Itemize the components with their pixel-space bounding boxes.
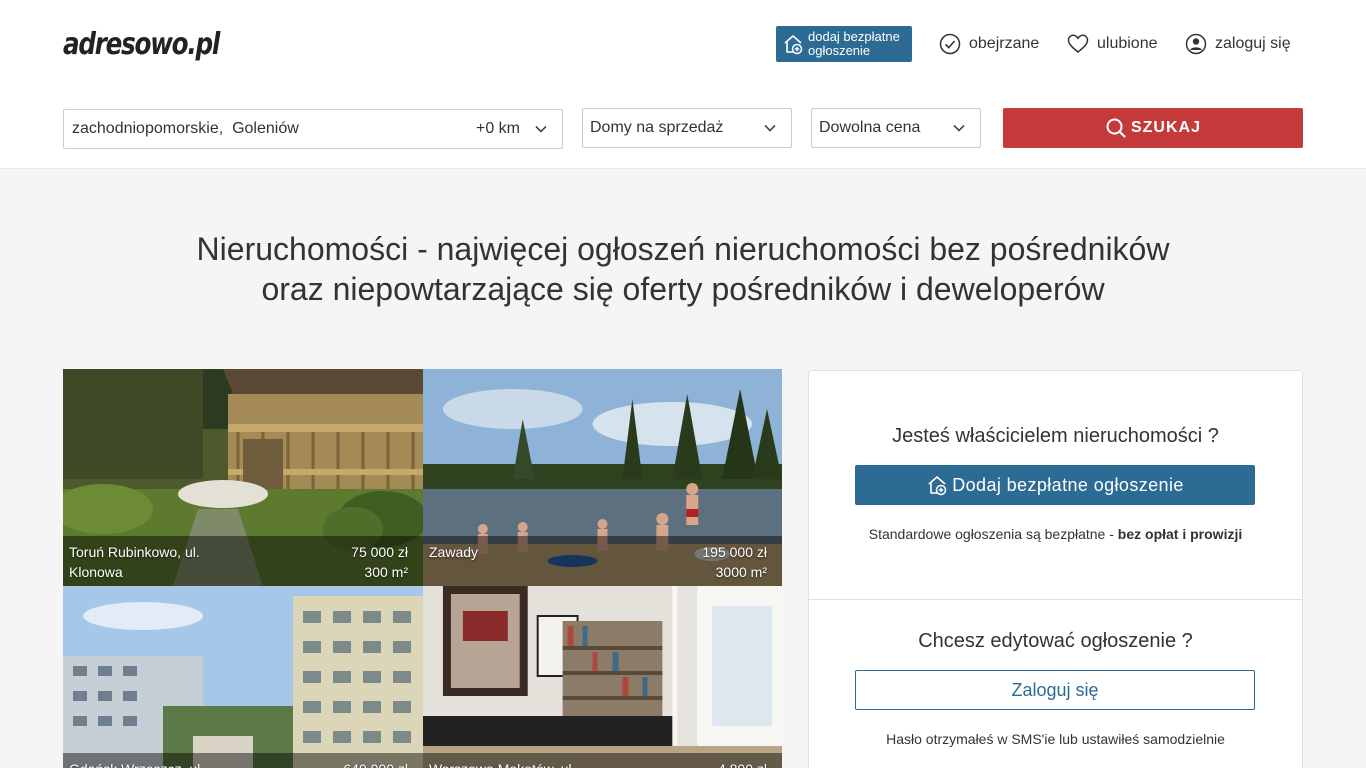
edit-question: Chcesz edytować ogłoszenie ? [918, 630, 1193, 652]
listing-price: 75 000 zł [351, 544, 408, 560]
nav-login-label: zaloguj się [1215, 35, 1291, 52]
nav-watched[interactable]: obejrzane [939, 31, 1039, 57]
check-circle-icon [939, 33, 961, 55]
search-icon [1106, 118, 1126, 138]
listing-card[interactable]: Toruń Rubinkowo, ul. Klonowa 75 000 zł 3… [63, 369, 423, 586]
login-note: Hasło otrzymałeś w SMS'ie lub ustawiłeś … [886, 731, 1225, 747]
radius-value[interactable]: +0 km [476, 120, 520, 138]
listing-price: 640 000 zł [343, 759, 408, 768]
nav-favorites-label: ulubione [1097, 35, 1158, 52]
listing-photo [423, 586, 782, 768]
listing-caption: Gdańsk Wrzeszcz, ul. 640 000 zł [63, 753, 423, 768]
nav-watched-label: obejrzane [969, 35, 1040, 52]
login-button[interactable]: Zaloguj się [855, 670, 1255, 710]
add-listing-label: dodaj bezpłatne ogłoszenie [808, 29, 900, 58]
listing-caption: Toruń Rubinkowo, ul. Klonowa 75 000 zł 3… [63, 536, 423, 586]
house-plus-icon [784, 35, 803, 55]
page-headline: Nieruchomości - najwięcej ogłoszeń nieru… [0, 229, 1366, 309]
free-listing-note-text: Standardowe ogłoszenia są bezpłatne - [868, 526, 1118, 542]
owner-panel: Jesteś właścicielem nieruchomości ? Doda… [808, 370, 1303, 768]
add-free-listing-button[interactable]: Dodaj bezpłatne ogłoszenie [855, 465, 1255, 505]
nav-login[interactable]: zaloguj się [1185, 31, 1291, 57]
listing-caption: Warszawa Mokotów, ul. 4 800 zł [423, 753, 782, 768]
listing-card[interactable]: Zawady 195 000 zł 3000 m² [423, 369, 782, 586]
listing-card[interactable]: Warszawa Mokotów, ul. 4 800 zł [423, 586, 782, 768]
listing-photo [63, 586, 423, 768]
listing-area: 3000 m² [715, 564, 767, 580]
property-type-select[interactable]: Domy na sprzedaż [582, 108, 792, 148]
listing-card[interactable]: Gdańsk Wrzeszcz, ul. 640 000 zł [63, 586, 423, 768]
free-listing-note-bold: bez opłat i prowizji [1117, 526, 1243, 542]
location-value: zachodniopomorskie, Goleniów [72, 120, 299, 137]
add-listing-button[interactable]: dodaj bezpłatne ogłoszenie [776, 26, 912, 62]
listing-area: 300 m² [364, 564, 408, 580]
price-select[interactable]: Dowolna cena [811, 108, 981, 148]
search-button-label: SZUKAJ [1130, 119, 1201, 136]
chevron-down-icon [535, 125, 547, 133]
chevron-down-icon [953, 124, 965, 132]
location-select[interactable]: zachodniopomorskie, Goleniów +0 km [63, 109, 563, 149]
listing-location: Gdańsk Wrzeszcz, ul. [69, 759, 249, 768]
price-value: Dowolna cena [819, 119, 921, 136]
featured-listings: Toruń Rubinkowo, ul. Klonowa 75 000 zł 3… [63, 369, 782, 768]
chevron-down-icon [764, 124, 776, 132]
property-type-value: Domy na sprzedaż [590, 119, 724, 136]
search-button[interactable]: SZUKAJ [1003, 108, 1303, 148]
listing-caption: Zawady 195 000 zł 3000 m² [423, 536, 782, 586]
heart-icon [1067, 34, 1089, 53]
headline-line-2: oraz niepowtarzające się oferty pośredni… [261, 271, 1105, 307]
site-logo[interactable]: adresowo.pl [63, 27, 220, 62]
owner-question: Jesteś właścicielem nieruchomości ? [892, 425, 1219, 447]
headline-line-1: Nieruchomości - najwięcej ogłoszeń nieru… [196, 231, 1170, 267]
nav-favorites[interactable]: ulubione [1067, 31, 1158, 57]
listing-price: 4 800 zł [718, 759, 767, 768]
add-free-listing-label: Dodaj bezpłatne ogłoszenie [952, 474, 1184, 495]
listing-location: Warszawa Mokotów, ul. [429, 759, 609, 768]
user-circle-icon [1185, 33, 1207, 55]
site-header: adresowo.pl dodaj bezpłatne ogłoszenie o… [0, 0, 1366, 169]
listing-location: Toruń Rubinkowo, ul. Klonowa [69, 544, 200, 580]
listing-location: Zawady [429, 544, 479, 560]
listing-price: 195 000 zł [702, 544, 767, 560]
house-plus-icon [928, 476, 947, 496]
free-listing-note: Standardowe ogłoszenia są bezpłatne - be… [809, 526, 1302, 542]
